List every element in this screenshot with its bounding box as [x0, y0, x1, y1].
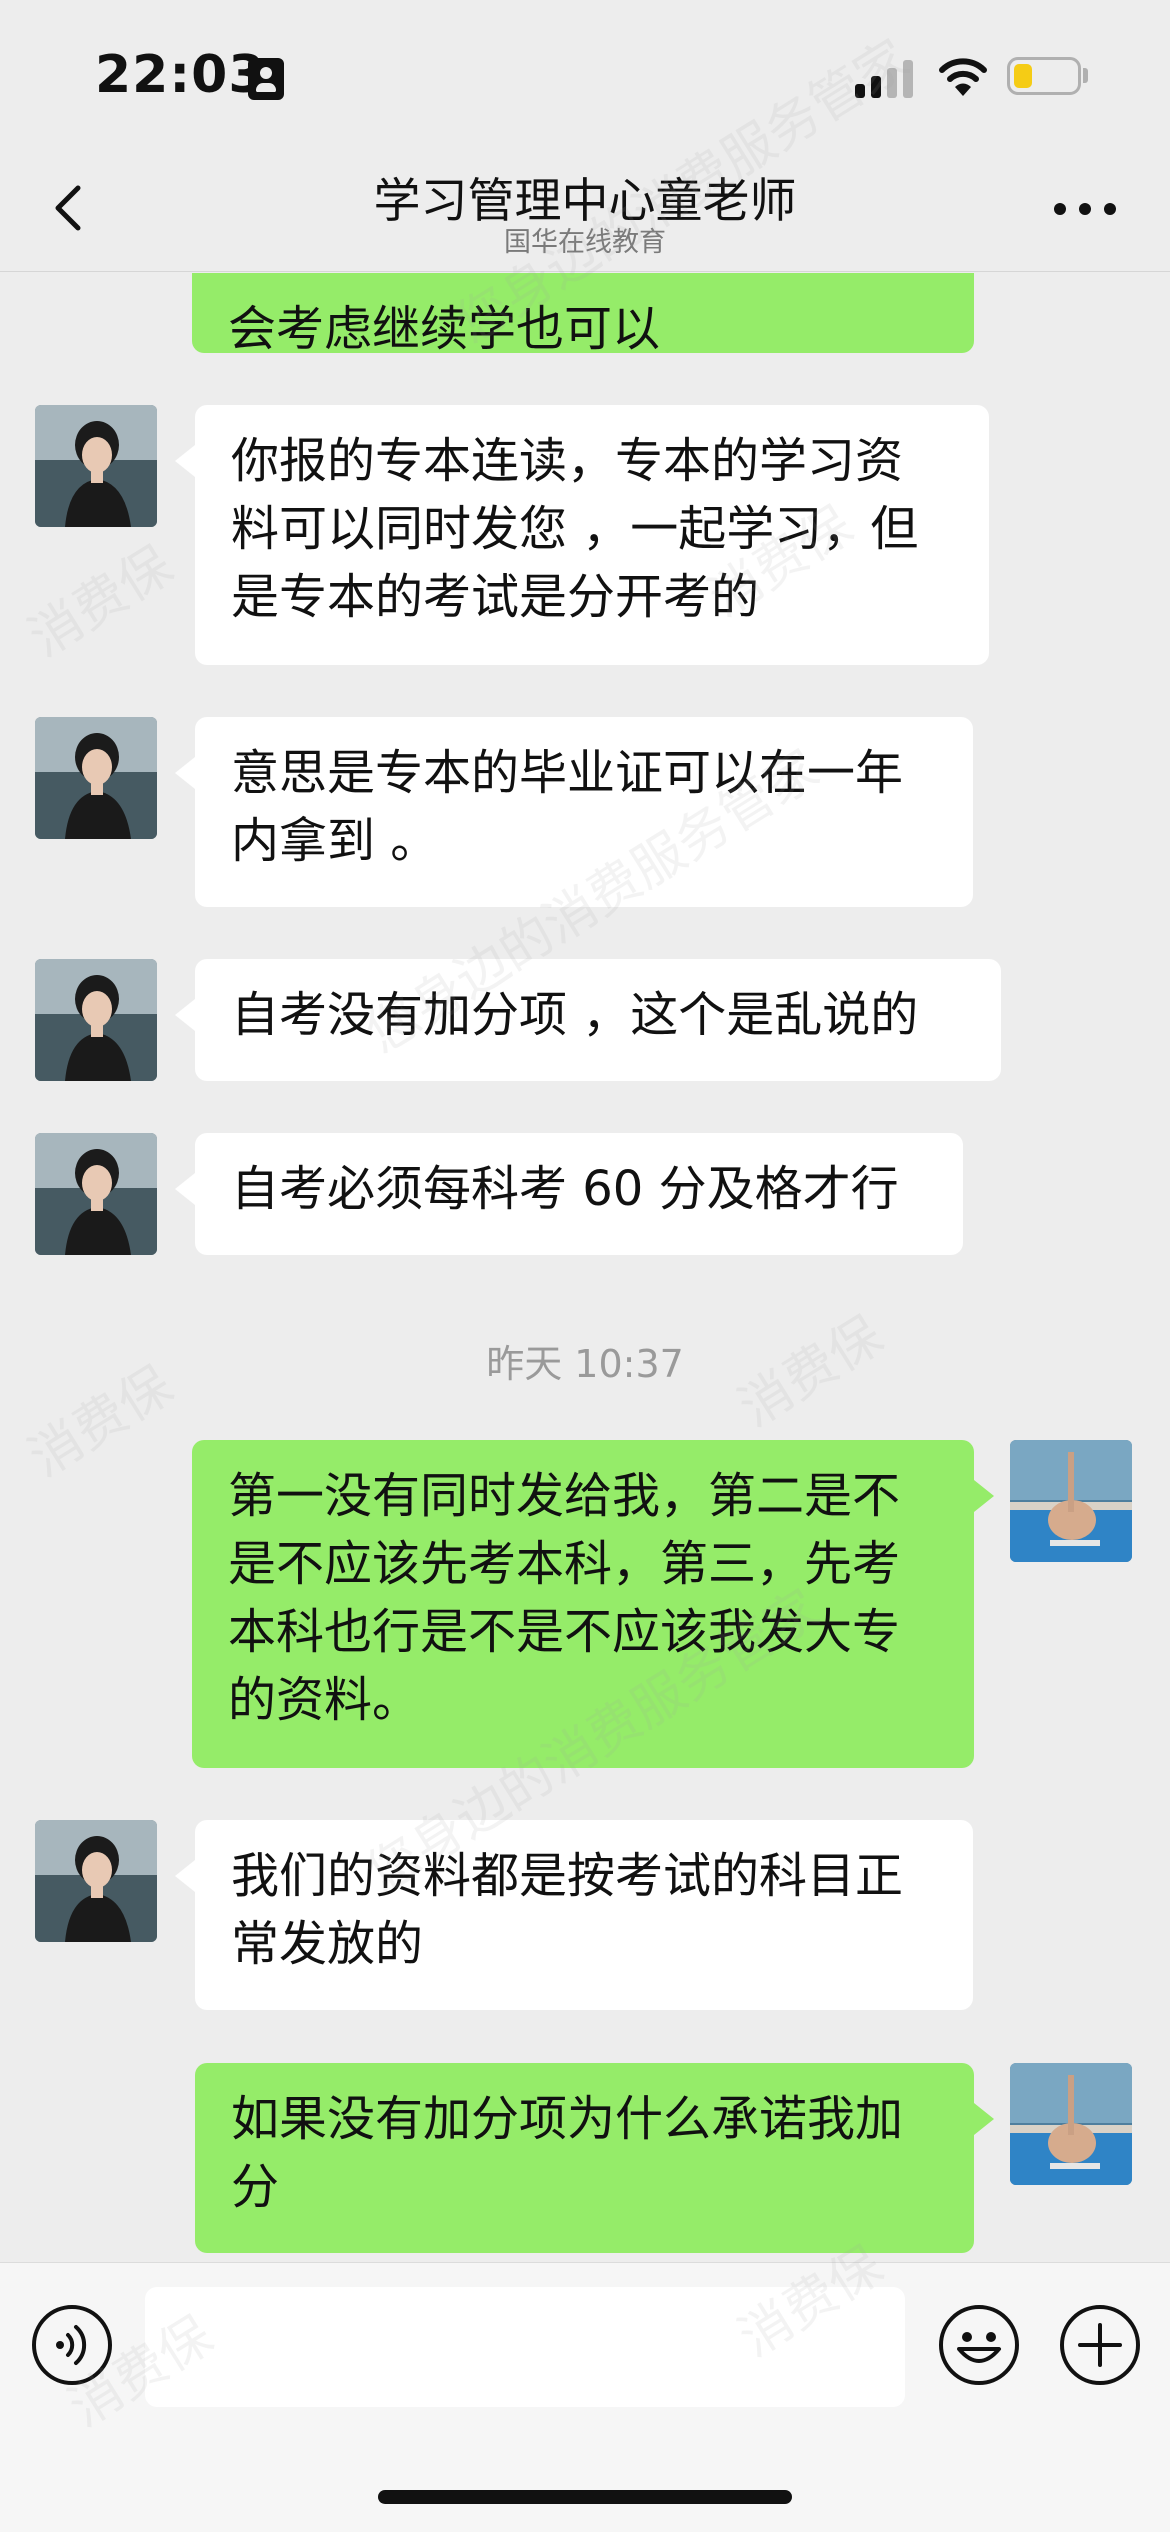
cellular-signal-icon: [855, 58, 915, 98]
incoming-bubble[interactable]: 我们的资料都是按考试的科目正 常发放的: [175, 1820, 973, 2010]
teacher-avatar[interactable]: [35, 717, 157, 839]
chat-subtitle: 国华在线教育: [504, 227, 666, 258]
battery-level: [1014, 64, 1032, 88]
outgoing-bubble[interactable]: 第一没有同时发给我，第二是不 是不应该先考本科，第三，先考 本科也行是不是不应该…: [192, 1440, 994, 1768]
status-bar: 22:03: [0, 0, 1170, 150]
my-avatar[interactable]: [1010, 2063, 1132, 2185]
battery-tip: [1083, 68, 1088, 83]
nav-bar: 学习管理中心童老师 国华在线教育: [0, 150, 1170, 272]
teacher-avatar[interactable]: [35, 1820, 157, 1942]
more-dots-icon[interactable]: [1050, 194, 1120, 224]
battery-icon: [1007, 57, 1081, 95]
teacher-avatar[interactable]: [35, 959, 157, 1081]
incoming-bubble[interactable]: 你报的专本连读，专本的学习资 料可以同时发您 ，一起学习，但 是专本的考试是分开…: [175, 405, 989, 665]
teacher-avatar[interactable]: [35, 405, 157, 527]
my-avatar[interactable]: [1010, 1440, 1132, 1562]
incoming-bubble[interactable]: 意思是专本的毕业证可以在一年 内拿到 。: [175, 717, 973, 907]
plus-icon[interactable]: [1058, 2303, 1142, 2387]
incoming-bubble[interactable]: 自考没有加分项 ，这个是乱说的: [175, 959, 1001, 1081]
message-input[interactable]: [145, 2287, 905, 2407]
wifi-icon: [939, 58, 987, 96]
outgoing-bubble[interactable]: 会考虑继续学也可以: [192, 273, 974, 357]
teacher-avatar[interactable]: [35, 1133, 157, 1255]
home-indicator: [378, 2490, 792, 2504]
message-list[interactable]: 会考虑继续学也可以 你报的专本连读，专本的学习资 料可以同时发您 ，一起学习，但…: [0, 273, 1170, 2260]
outgoing-bubble[interactable]: 如果没有加分项为什么承诺我加 分: [195, 2063, 994, 2253]
message-timestamp: 昨天 10:37: [486, 1342, 684, 1386]
voice-icon[interactable]: [30, 2303, 114, 2387]
emoji-icon[interactable]: [937, 2303, 1021, 2387]
status-time: 22:03: [95, 45, 266, 105]
id-card-icon: [248, 58, 284, 100]
incoming-bubble[interactable]: 自考必须每科考 60 分及格才行: [175, 1133, 963, 1255]
